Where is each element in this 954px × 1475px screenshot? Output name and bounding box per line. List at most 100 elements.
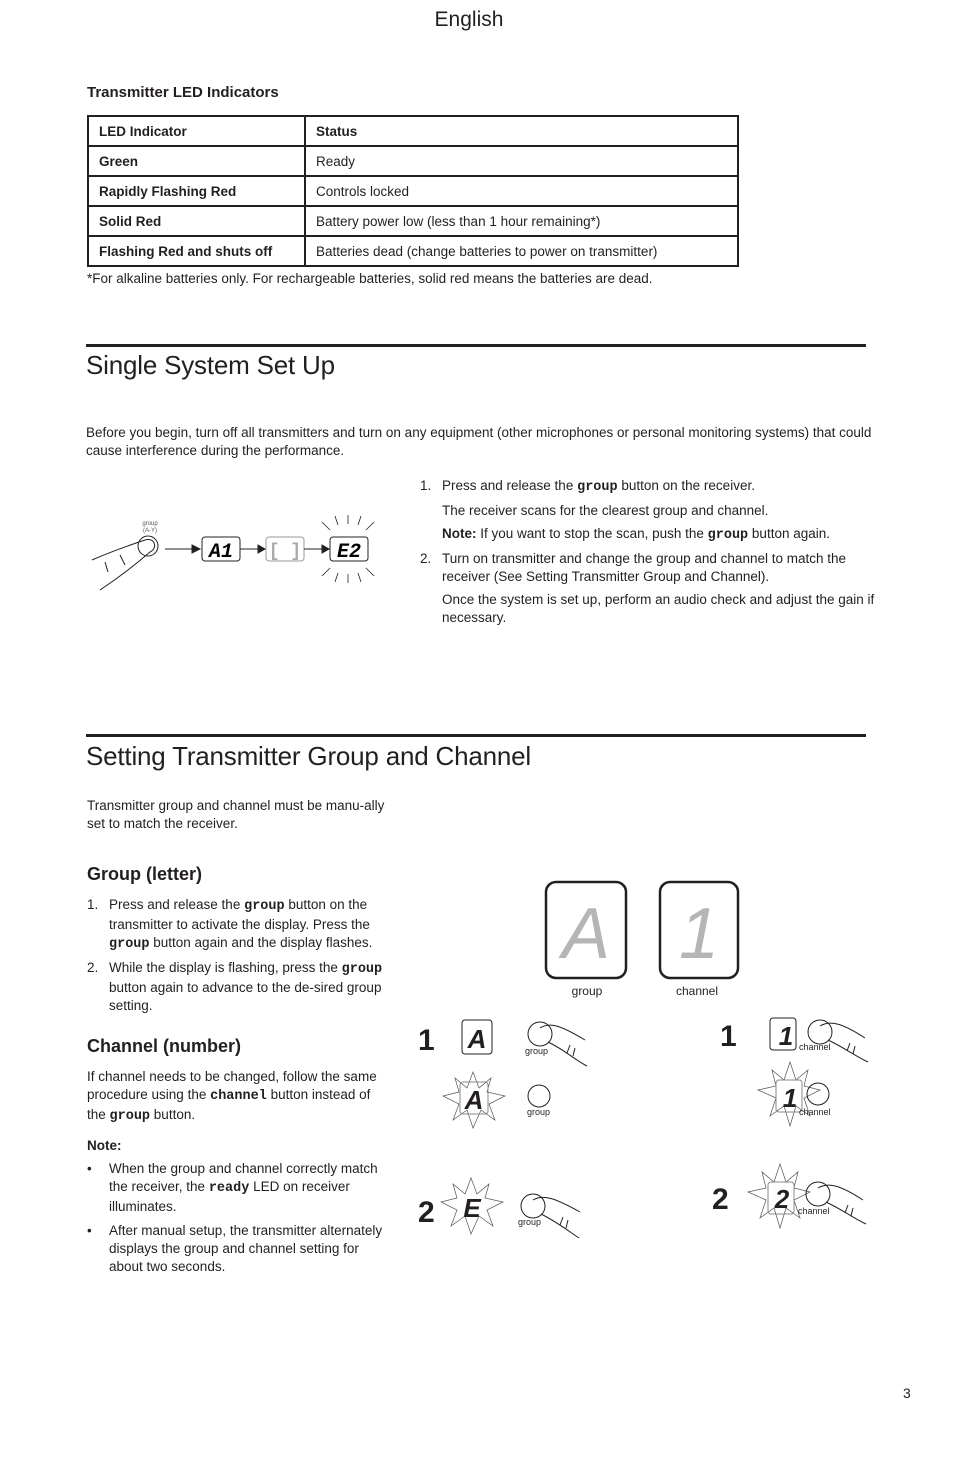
finger-press-icon [520,1193,581,1239]
arrow-icon [304,544,331,554]
channel-steps-figure: 1 1 channel 1 channel 2 2 channel [712,1017,869,1230]
step-number: 2 [712,1183,729,1216]
finger-press-icon [91,535,159,591]
table-header-row: LED Indicator Status [87,115,739,147]
single-setup-intro: Before you begin, turn off all transmitt… [86,425,872,458]
single-setup-steps: 1. Press and release the group button on… [420,477,880,632]
group-button-label: group [527,1107,550,1117]
status-cell: Ready [304,145,739,177]
single-setup-figure: group (A-Y) A1 [ ] E2 [91,515,375,591]
group-button-ref: group [244,899,285,914]
single-setup-title: Single System Set Up [86,350,335,380]
step-detail: The receiver scans for the clearest grou… [442,503,769,518]
led-section-title: Transmitter LED Indicators [87,84,279,101]
group-display-value: E [463,1193,481,1223]
group-button-sublabel: (A-Y) [143,528,157,534]
step-detail: Once the system is set up, perform an au… [442,592,875,625]
note-text: If you want to stop the scan, push the [476,526,708,541]
step-number: 2 [418,1196,435,1229]
step-text: Press and release the [109,897,245,912]
table-header-cell: Status [304,115,739,147]
group-steps: 1. Press and release the group button on… [87,896,397,1020]
group-button-ref: group [577,480,618,495]
step-number: 1 [418,1024,435,1057]
note-text: button again. [748,526,830,541]
channel-subtitle: Channel (number) [87,1036,242,1056]
table-row: Green Ready [87,145,739,177]
note-item: • When the group and channel correctly m… [87,1160,387,1216]
group-button-label: group [525,1046,548,1056]
status-cell: Batteries dead (change batteries to powe… [304,235,739,267]
table-row: Flashing Red and shuts off Batteries dea… [87,235,739,267]
note-label: Note: [87,1138,122,1153]
finger-press-icon [805,1181,867,1225]
step-number: 1 [720,1020,737,1053]
step-item: 2. While the display is flashing, press … [87,959,397,1015]
note-text: After manual setup, the transmitter alte… [109,1223,383,1274]
status-cell: Controls locked [304,175,739,207]
bullet: • [87,1161,92,1176]
step-text: button again to advance to the de-sired … [109,980,382,1013]
group-display-label: group [572,984,603,998]
step-note: Note: If you want to stop the scan, push… [442,525,880,545]
step-text: Press and release the [442,478,578,493]
finger-press-icon [807,1019,869,1063]
table-row: Rapidly Flashing Red Controls locked [87,175,739,207]
bullet: • [87,1223,92,1238]
channel-button-label: channel [799,1107,831,1117]
step-item: 2. Turn on transmitter and change the gr… [420,550,880,627]
led-indicator-cell: Flashing Red and shuts off [87,235,306,267]
note-item: • After manual setup, the transmitter al… [87,1222,387,1276]
transmitter-setting-title: Setting Transmitter Group and Channel [86,741,531,771]
group-flash-display-value: A [464,1085,484,1115]
group-button-label: group [518,1217,541,1227]
arrow-icon [240,544,267,554]
step-number: 2. [420,551,432,566]
step-text: button on the receiver. [617,478,755,493]
channel-display-value: 1 [679,894,719,974]
led-footnote: *For alkaline batteries only. For rechar… [87,271,653,286]
step-item: 1. Press and release the group button on… [420,477,880,545]
group-button-ref: group [109,937,150,952]
section-divider [86,734,866,737]
finger-press-icon [527,1021,588,1067]
group-display-value: A [467,1024,487,1054]
section-divider [86,344,866,347]
arrow-icon [165,544,202,554]
page-number: 3 [903,1385,911,1401]
channel-instructions: If channel needs to be changed, follow t… [87,1068,387,1126]
table-header-cell: LED Indicator [87,115,306,147]
group-display-value: A [558,894,610,974]
receiver-display-a1: A1 [207,541,233,564]
step-text: button again and the display flashes. [149,935,373,950]
led-indicator-cell: Rapidly Flashing Red [87,175,306,207]
group-subtitle: Group (letter) [87,864,202,884]
step-text: Turn on transmitter and change the group… [442,551,847,584]
channel-button-ref: channel [210,1089,267,1104]
language-label: English [434,8,504,31]
led-indicator-cell: Solid Red [87,205,306,237]
step-number: 2. [87,960,99,975]
channel-display-value: 1 [779,1021,793,1051]
transmitter-display-figure: A 1 group channel [544,880,740,998]
note-label: Note: [442,526,477,541]
led-indicator-table: LED Indicator Status Green Ready Rapidly… [87,115,739,267]
channel-button-label: channel [799,1042,831,1052]
transmitter-setting-intro: Transmitter group and channel must be ma… [87,798,385,831]
channel-text: button. [150,1107,196,1122]
channel-display-value: 2 [774,1184,790,1214]
channel-flash-display-value: 1 [783,1083,797,1113]
receiver-display-scan: [ ] [269,542,301,562]
group-button-ref: group [341,962,383,977]
step-number: 1. [87,897,99,912]
channel-button-icon [806,1082,830,1106]
group-button-ref: group [707,528,749,543]
receiver-display-e2: E2 [337,541,361,564]
group-steps-figure: 1 A group A group 2 E group [418,1019,588,1239]
ready-led-ref: ready [208,1181,250,1196]
step-number: 1. [420,478,432,493]
status-cell: Battery power low (less than 1 hour rema… [304,205,739,237]
step-text: While the display is flashing, press the [109,960,342,975]
channel-button-label: channel [798,1206,830,1216]
step-item: 1. Press and release the group button on… [87,896,397,954]
